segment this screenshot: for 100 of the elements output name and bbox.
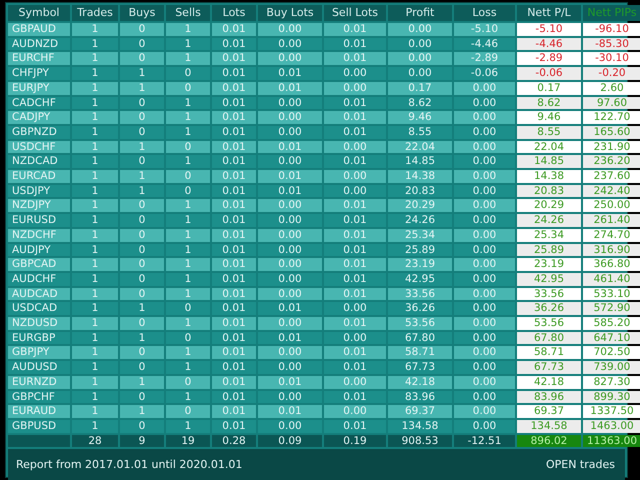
table-cell: 8.62 bbox=[388, 96, 452, 110]
table-cell: 1 bbox=[120, 82, 164, 95]
table-cell: 1 bbox=[166, 52, 210, 66]
table-cell: 0.00 bbox=[454, 184, 515, 198]
table-cell: 1 bbox=[120, 170, 164, 183]
nett-pips-cell: -30.10 bbox=[583, 52, 640, 66]
table-cell: 0 bbox=[166, 140, 210, 154]
symbol-cell: CADJPY bbox=[8, 111, 70, 124]
nett-pips-cell: 237.60 bbox=[583, 170, 640, 183]
symbol-cell: AUDCAD bbox=[8, 288, 70, 300]
table-cell: 36.26 bbox=[388, 302, 452, 316]
table-cell: 0.01 bbox=[212, 405, 256, 418]
table-cell: 0.01 bbox=[212, 228, 256, 242]
nett-pips-cell: 242.40 bbox=[583, 184, 640, 198]
table-cell: 1 bbox=[72, 228, 118, 242]
symbol-cell: EURJPY bbox=[8, 82, 70, 95]
nett-pl-cell: 8.62 bbox=[517, 96, 581, 110]
table-cell: 0.01 bbox=[212, 111, 256, 124]
column-header: Symbol bbox=[8, 5, 70, 21]
table-cell: 0.00 bbox=[258, 199, 322, 212]
table-cell: 0.00 bbox=[454, 317, 515, 330]
table-cell: 0.01 bbox=[212, 155, 256, 168]
table-cell: 0.01 bbox=[212, 52, 256, 66]
nett-pips-cell: 1337.50 bbox=[583, 405, 640, 418]
table-cell: 0.01 bbox=[324, 361, 386, 374]
symbol-cell: USDCHF bbox=[8, 140, 70, 154]
nett-pips-cell: 165.60 bbox=[583, 126, 640, 139]
table-cell: 0.01 bbox=[324, 346, 386, 360]
table-cell: 0.00 bbox=[388, 38, 452, 50]
table-cell: 0.00 bbox=[454, 244, 515, 256]
table-cell: -0.06 bbox=[454, 67, 515, 80]
table-cell: 0 bbox=[166, 170, 210, 183]
table-cell: 0.00 bbox=[258, 155, 322, 168]
nett-pips-cell: 899.30 bbox=[583, 390, 640, 404]
table-cell: 0.01 bbox=[324, 228, 386, 242]
table-cell: 1 bbox=[72, 317, 118, 330]
symbol-cell: GBPCHF bbox=[8, 390, 70, 404]
table-cell: 0 bbox=[166, 332, 210, 344]
nett-pips-cell: -0.20 bbox=[583, 67, 640, 80]
table-cell: 1 bbox=[72, 361, 118, 374]
table-cell: 0.00 bbox=[258, 420, 322, 433]
symbol-cell: NZDJPY bbox=[8, 199, 70, 212]
nett-pips-cell: 533.10 bbox=[583, 288, 640, 300]
table-cell: 0.00 bbox=[454, 332, 515, 344]
table-cell: 0 bbox=[120, 288, 164, 300]
symbol-cell: AUDJPY bbox=[8, 244, 70, 256]
table-cell: 0.01 bbox=[212, 361, 256, 374]
symbol-cell: GBPNZD bbox=[8, 126, 70, 139]
table-cell: 1 bbox=[72, 272, 118, 286]
nett-pl-cell: 23.19 bbox=[517, 258, 581, 271]
total-cell: 896.02 bbox=[517, 434, 581, 448]
table-cell: 0.01 bbox=[212, 244, 256, 256]
table-cell: 24.26 bbox=[388, 214, 452, 227]
nett-pl-cell: 83.96 bbox=[517, 390, 581, 404]
nett-pips-cell: 702.50 bbox=[583, 346, 640, 360]
nett-pl-cell: 53.56 bbox=[517, 317, 581, 330]
nett-pl-cell: -2.89 bbox=[517, 52, 581, 66]
table-cell: 0.00 bbox=[258, 228, 322, 242]
table-cell: 0.00 bbox=[324, 302, 386, 316]
table-cell: 0.00 bbox=[454, 272, 515, 286]
nett-pips-cell: 1463.00 bbox=[583, 420, 640, 433]
table-cell: 0.01 bbox=[258, 67, 322, 80]
table-cell: 0 bbox=[120, 420, 164, 433]
nett-pl-cell: 22.04 bbox=[517, 140, 581, 154]
table-cell: 1 bbox=[72, 376, 118, 389]
table-cell: 0.00 bbox=[388, 67, 452, 80]
table-cell: 0.00 bbox=[454, 376, 515, 389]
table-cell: 0.01 bbox=[212, 38, 256, 50]
nett-pl-cell: -0.06 bbox=[517, 67, 581, 80]
table-cell: 0.01 bbox=[212, 302, 256, 316]
nett-pips-cell: 261.40 bbox=[583, 214, 640, 227]
table-cell: 0.01 bbox=[258, 302, 322, 316]
symbol-cell: EURGBP bbox=[8, 332, 70, 344]
table-cell: 0.00 bbox=[324, 184, 386, 198]
table-cell: 0.01 bbox=[212, 332, 256, 344]
symbol-cell: AUDUSD bbox=[8, 361, 70, 374]
nett-pl-cell: 20.83 bbox=[517, 184, 581, 198]
table-cell: 0.00 bbox=[258, 317, 322, 330]
table-cell: 0.00 bbox=[258, 126, 322, 139]
symbol-cell: EURCAD bbox=[8, 170, 70, 183]
nett-pl-cell: 0.17 bbox=[517, 82, 581, 95]
nett-pl-cell: 24.26 bbox=[517, 214, 581, 227]
total-cell: 908.53 bbox=[388, 434, 452, 448]
table-cell: -2.89 bbox=[454, 52, 515, 66]
table-cell: 1 bbox=[166, 420, 210, 433]
table-cell: 0.01 bbox=[258, 140, 322, 154]
table-cell: 1 bbox=[166, 38, 210, 50]
table-cell: 0.00 bbox=[258, 244, 322, 256]
nett-pips-cell: 236.20 bbox=[583, 155, 640, 168]
nett-pips-cell: 274.70 bbox=[583, 228, 640, 242]
symbol-cell: GBPUSD bbox=[8, 420, 70, 433]
table-cell: 1 bbox=[72, 405, 118, 418]
table-cell: 0.01 bbox=[324, 155, 386, 168]
column-header: Nett PIPs bbox=[583, 5, 640, 21]
nett-pl-cell: -4.46 bbox=[517, 38, 581, 50]
total-cell: 0.19 bbox=[324, 434, 386, 448]
table-cell: 1 bbox=[120, 184, 164, 198]
table-cell: 0.01 bbox=[258, 405, 322, 418]
table-cell: -5.10 bbox=[454, 23, 515, 36]
table-cell: 0.00 bbox=[324, 405, 386, 418]
